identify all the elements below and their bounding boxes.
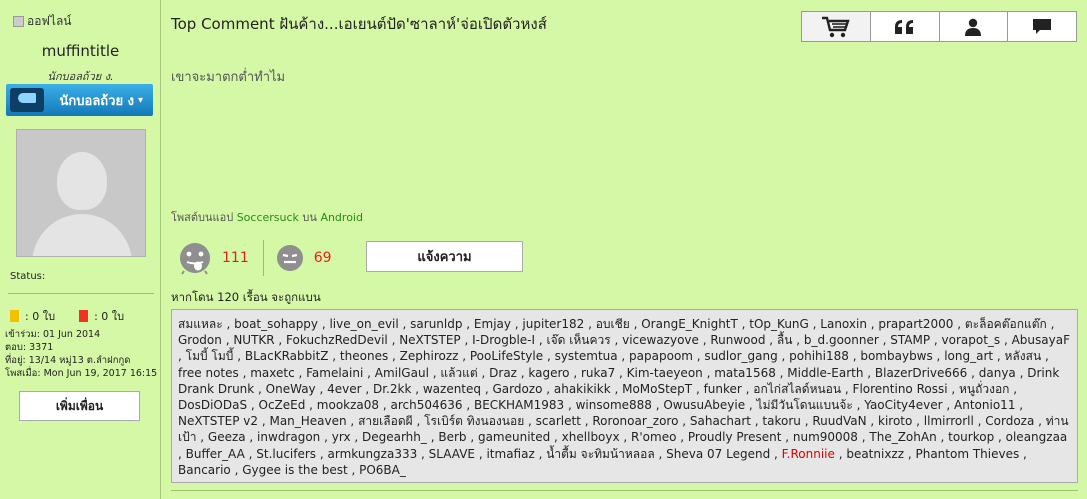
rank-badge-label: นักบอลถ้วย ง	[59, 93, 134, 109]
post-title: Top Comment ฝันค้าง...เอเยนต์ปัด'ซาลาห์'…	[171, 15, 547, 33]
posted-via-prefix: โพสต์บนแอป	[171, 211, 234, 224]
profile-button[interactable]	[940, 12, 1009, 41]
dislike-count: 69	[313, 250, 332, 266]
vote-divider	[262, 240, 264, 276]
yellow-card-count: : 0 ใบ	[25, 310, 56, 323]
cart-button[interactable]	[802, 12, 871, 41]
post-count: ตอบ: 3371	[5, 342, 54, 353]
add-friend-button[interactable]: เพิ่มเพื่อน	[19, 391, 140, 421]
banned-users-text: สมแหละ , boat_sohappy , live_on_evil , s…	[178, 317, 1070, 461]
red-card-icon	[79, 310, 89, 322]
platform-link[interactable]: Android	[320, 211, 363, 224]
last-post-time: โพสเมื่อ: Mon Jun 19, 2017 16:15	[5, 368, 158, 379]
quote-button[interactable]	[871, 12, 940, 41]
banned-user-highlight[interactable]: F.Ronniie	[782, 447, 835, 461]
user-meta: เข้าร่วม: 01 Jun 2014 ตอบ: 3371 ที่อยู่:…	[5, 328, 157, 380]
avatar-head-shape	[57, 152, 107, 210]
divider	[171, 490, 1078, 491]
divider	[8, 293, 154, 294]
card-counts: : 0 ใบ : 0 ใบ	[10, 307, 124, 325]
report-button[interactable]: แจ้งความ	[366, 241, 523, 272]
like-button[interactable]: 111	[178, 241, 249, 275]
posted-via-mid: บน	[302, 211, 317, 224]
status-label: Status:	[10, 271, 46, 282]
message-button[interactable]	[1008, 12, 1076, 41]
joined-date: เข้าร่วม: 01 Jun 2014	[5, 329, 101, 340]
sad-face-icon	[276, 245, 303, 271]
cart-icon	[821, 16, 850, 37]
app-link[interactable]: Soccersuck	[237, 211, 299, 224]
vote-area: 111 69	[178, 240, 332, 276]
user-icon	[965, 18, 982, 36]
user-address: ที่อยู่: 13/14 หมู่13 ต.ลำฝกกูด	[5, 355, 131, 366]
yellow-card-icon	[10, 310, 19, 322]
banned-users-list: สมแหละ , boat_sohappy , live_on_evil , s…	[171, 309, 1078, 483]
posted-via: โพสต์บนแอป Soccersuck บน Android	[171, 208, 363, 226]
chevron-down-icon: ▾	[137, 94, 143, 106]
tongue-face-icon	[180, 243, 210, 275]
like-count: 111	[222, 250, 249, 266]
username[interactable]: muffintitle	[0, 42, 161, 60]
rank-title: นักบอลถ้วย ง.	[47, 70, 114, 83]
offline-indicator-icon	[13, 16, 24, 27]
post-body: เขาจะมาตกต่ำทำไม	[171, 70, 286, 85]
message-icon	[1033, 18, 1052, 34]
dislike-button[interactable]: 69	[276, 244, 332, 272]
status-text: ออฟไลน์	[27, 14, 72, 28]
quote-icon	[894, 19, 913, 34]
red-card-count: : 0 ใบ	[94, 310, 125, 323]
user-sidebar: ออฟไลน์ muffintitle นักบอลถ้วย ง. นักบอล…	[0, 0, 161, 499]
ban-threshold-label: หากโดน 120 เรื้อน จะถูกแบน	[171, 290, 321, 304]
online-status: ออฟไลน์	[13, 12, 72, 31]
avatar-body-shape	[32, 214, 132, 256]
rank-badge: นักบอลถ้วย ง ▾	[6, 84, 153, 116]
avatar[interactable]	[16, 129, 146, 257]
post-toolbar	[801, 11, 1077, 42]
football-boot-icon	[10, 88, 44, 112]
